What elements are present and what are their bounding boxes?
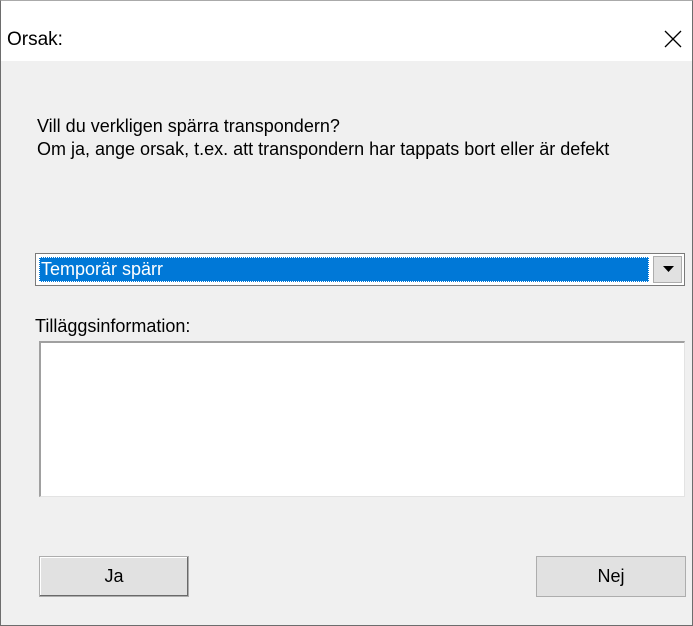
confirmation-message: Vill du verkligen spärra transpondern? O… (37, 116, 610, 159)
reason-dropdown[interactable]: Temporär spärr (35, 253, 685, 286)
dropdown-arrow-button[interactable] (653, 256, 682, 283)
additional-info-label: Tilläggsinformation: (35, 316, 191, 336)
reason-dialog: Orsak: Vill du verkligen spärra transpon… (0, 0, 693, 626)
close-button[interactable] (652, 18, 692, 58)
dialog-title: Orsak: (7, 29, 63, 50)
no-button[interactable]: Nej (536, 556, 686, 597)
close-icon (664, 30, 682, 48)
chevron-down-icon (663, 266, 674, 272)
title-bar: Orsak: (1, 1, 692, 61)
additional-info-field[interactable] (39, 341, 685, 497)
yes-button[interactable]: Ja (39, 556, 189, 597)
reason-dropdown-value: Temporär spärr (39, 257, 649, 282)
